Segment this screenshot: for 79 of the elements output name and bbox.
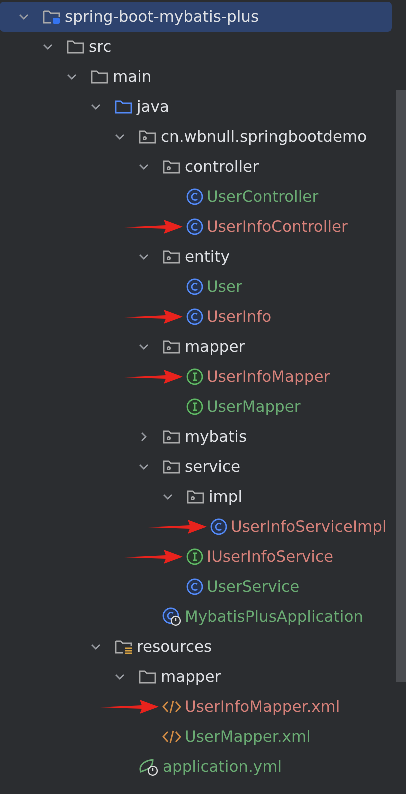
item-name: UserInfo <box>207 308 272 326</box>
tree-item[interactable]: UserInfoController <box>0 212 396 242</box>
item-name: resources <box>137 638 212 656</box>
tree-item[interactable]: src <box>0 32 396 62</box>
tree-item[interactable]: UserInfo <box>0 302 396 332</box>
item-name: UserMapper <box>207 398 301 416</box>
interface-icon <box>186 368 204 386</box>
tree-item[interactable]: MybatisPlusApplication <box>0 602 396 632</box>
package-icon <box>162 458 182 476</box>
project-folder-icon <box>42 8 62 26</box>
tree-item[interactable]: service <box>0 452 396 482</box>
tree-item[interactable]: mapper <box>0 332 396 362</box>
tree-item[interactable]: mybatis <box>0 422 396 452</box>
tree-item[interactable]: main <box>0 62 396 92</box>
tree-item[interactable]: UserService <box>0 572 396 602</box>
tree-item[interactable]: impl <box>0 482 396 512</box>
tree-item[interactable]: UserInfoMapper.xml <box>0 692 396 722</box>
item-name: UserInfoController <box>207 218 348 236</box>
tree-item[interactable]: application.yml <box>0 752 396 782</box>
tree-item[interactable]: User <box>0 272 396 302</box>
item-name: main <box>113 68 152 86</box>
item-name: entity <box>185 248 230 266</box>
item-name: mapper <box>185 338 246 356</box>
class-icon <box>186 578 204 596</box>
class-icon <box>186 308 204 326</box>
package-icon <box>186 488 206 506</box>
item-name: UserController <box>207 188 319 206</box>
class-icon <box>186 188 204 206</box>
item-name: impl <box>209 488 243 506</box>
item-name: mapper <box>161 668 222 686</box>
folder-icon <box>114 98 134 116</box>
tree-item[interactable]: IUserInfoService <box>0 542 396 572</box>
tree-item[interactable]: UserMapper.xml <box>0 722 396 752</box>
item-name: UserInfoMapper.xml <box>185 698 340 716</box>
item-name: controller <box>185 158 259 176</box>
item-name: mybatis <box>185 428 248 446</box>
class-icon <box>186 278 204 296</box>
tree-item[interactable]: resources <box>0 632 396 662</box>
class-icon <box>210 518 228 536</box>
package-icon <box>162 428 182 446</box>
item-name: java <box>137 98 170 116</box>
tree-item[interactable]: spring-boot-mybatis-plus <box>0 2 392 32</box>
tree-item[interactable]: UserMapper <box>0 392 396 422</box>
folder-icon <box>90 68 110 86</box>
item-name: service <box>185 458 241 476</box>
tree-item[interactable]: entity <box>0 242 396 272</box>
scrollbar[interactable] <box>396 90 406 682</box>
item-name: UserInfoMapper <box>207 368 330 386</box>
tree-item[interactable]: cn.wbnull.springbootdemo <box>0 122 396 152</box>
item-name: MybatisPlusApplication <box>185 608 364 626</box>
leaf-run-icon <box>138 757 160 777</box>
package-icon <box>162 248 182 266</box>
item-name: User <box>207 278 242 296</box>
item-name: UserService <box>207 578 300 596</box>
tree-item[interactable]: java <box>0 92 396 122</box>
item-name: IUserInfoService <box>207 548 334 566</box>
interface-icon <box>186 398 204 416</box>
interface-icon <box>186 548 204 566</box>
package-icon <box>162 338 182 356</box>
tree-item[interactable]: UserInfoServiceImpl <box>0 512 396 542</box>
tree-item[interactable]: mapper <box>0 662 396 692</box>
item-name: src <box>89 38 112 56</box>
tree-item[interactable]: controller <box>0 152 396 182</box>
package-icon <box>138 128 158 146</box>
item-name: cn.wbnull.springbootdemo <box>161 128 368 146</box>
folder-icon <box>138 668 158 686</box>
code-tag-icon <box>162 728 182 746</box>
item-name: UserInfoServiceImpl <box>231 518 387 536</box>
resources-folder-icon <box>114 638 134 656</box>
tree-item[interactable]: UserInfoMapper <box>0 362 396 392</box>
item-name: spring-boot-mybatis-plus <box>65 8 260 26</box>
folder-icon <box>66 38 86 56</box>
item-name: application.yml <box>163 758 282 776</box>
item-name: UserMapper.xml <box>185 728 311 746</box>
code-tag-icon <box>162 698 182 716</box>
run-class-icon <box>162 607 182 627</box>
class-icon <box>186 218 204 236</box>
tree-item[interactable]: UserController <box>0 182 396 212</box>
package-icon <box>162 158 182 176</box>
